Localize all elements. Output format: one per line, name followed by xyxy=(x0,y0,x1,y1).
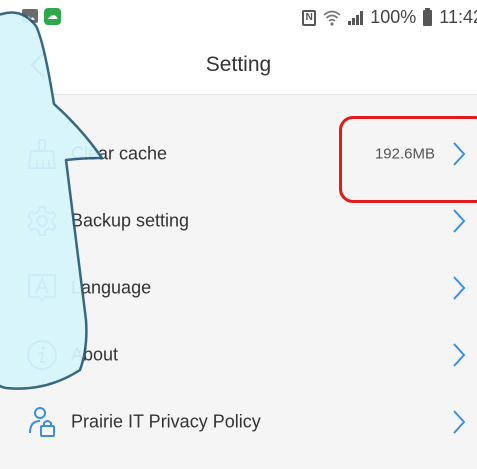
chevron-right-icon xyxy=(453,342,466,367)
highlight-box xyxy=(339,116,477,203)
battery-icon xyxy=(423,7,433,26)
battery-percent: 100% xyxy=(370,7,417,27)
chevron-right-icon xyxy=(453,275,466,300)
clock: 11:42 xyxy=(439,7,477,27)
chevron-right-icon xyxy=(453,409,466,434)
callout-bubble xyxy=(0,11,104,390)
privacy-policy-label: Prairie IT Privacy Policy xyxy=(71,411,261,431)
chevron-right-icon xyxy=(453,208,466,233)
privacy-lock-icon xyxy=(29,406,55,437)
wifi-icon xyxy=(323,10,341,26)
signal-strength-icon xyxy=(348,10,364,25)
system-status: N 100% 11:42 xyxy=(302,7,477,28)
nfc-icon: N xyxy=(302,9,317,26)
